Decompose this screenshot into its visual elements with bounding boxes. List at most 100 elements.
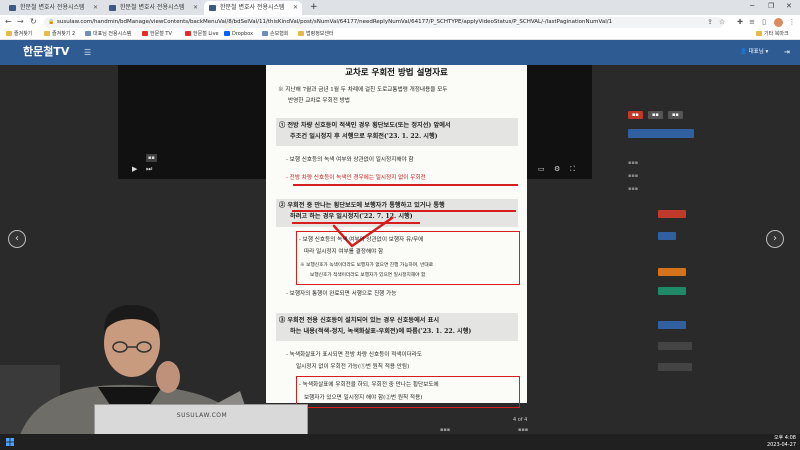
youtube-icon <box>142 31 148 36</box>
rule-item: - 녹색화살표가 표시되면 전방 차량 신호등이 적색이더라도 <box>286 352 423 358</box>
intro-line: ※ 지난해 7월과 금년 1월 두 차례에 걸친 도로교통법령 개정내용을 모두 <box>278 87 448 93</box>
user-menu[interactable]: 👤 대표님 ▾ <box>740 48 768 57</box>
profile-avatar[interactable] <box>774 18 783 27</box>
lock-icon: 🔒 <box>48 19 55 25</box>
site-header: 한문철TV ☰ 👤 대표님 ▾ ⇥ <box>0 40 800 65</box>
content-area: ▪▪ ▶ ⏭ ▭ ⚙ ⛶ ▪▪ ▪▪ ▪▪ ▪▪▪ ▪▪▪ ▪▪▪ ‹ › 교차… <box>0 65 800 450</box>
new-tab-button[interactable]: + <box>310 0 318 15</box>
status-tag[interactable] <box>658 321 686 329</box>
info-label: ▪▪▪ <box>628 173 639 179</box>
video-badge: ▪▪ <box>146 154 157 162</box>
reload-icon[interactable]: ↻ <box>30 17 37 27</box>
rule-item: - 보행 신호등의 녹색 여부와 상관없이 보행자 유/무에 <box>299 237 424 243</box>
clock-time: 오후 4:08 <box>773 435 796 441</box>
status-tag[interactable]: ▪▪ <box>628 111 643 119</box>
side-panel-icon[interactable]: ▯ <box>760 18 768 26</box>
site-icon <box>262 31 268 36</box>
status-tag[interactable]: ▪▪ <box>648 111 663 119</box>
prev-arrow-icon[interactable]: ‹ <box>8 230 26 248</box>
bookmark-label: 즐겨찾기 <box>14 31 33 37</box>
rule-item: - 보행자의 통행이 완료되면 서행으로 진행 가능 <box>286 291 397 297</box>
system-clock[interactable]: 오후 4:08 2023-04-27 <box>766 435 796 449</box>
bookmark-item[interactable]: Dropbox <box>224 29 253 40</box>
fullscreen-icon[interactable]: ⛶ <box>570 165 575 174</box>
red-underline <box>292 210 516 212</box>
settings-icon[interactable]: ⚙ <box>554 165 560 173</box>
bookmark-label: Dropbox <box>232 31 254 37</box>
next-arrow-icon[interactable]: › <box>766 230 784 248</box>
restore-icon[interactable]: ❐ <box>768 0 774 13</box>
reading-list-icon[interactable]: ≡ <box>748 18 756 26</box>
browser-tab[interactable]: 한문철 변호사 전용시스템 ✕ <box>104 1 202 15</box>
url-bar[interactable]: 🔒 susulaw.com/handmin/bdManage/viewConte… <box>44 17 724 28</box>
status-tag[interactable] <box>658 342 692 350</box>
browser-tab-active[interactable]: 한문철 변호사 전용시스템 ✕ <box>204 1 302 15</box>
windows-start-icon[interactable] <box>6 438 14 446</box>
extensions-icon[interactable]: ✚ <box>736 18 744 26</box>
bookmark-star-icon[interactable]: ☆ <box>718 18 726 26</box>
back-icon[interactable]: ← <box>5 17 12 27</box>
subtitles-icon[interactable]: ▭ <box>538 165 545 173</box>
tab-title: 한문철 변호사 전용시스템 <box>220 4 285 11</box>
close-window-icon[interactable]: ✕ <box>786 0 792 13</box>
status-tag[interactable] <box>658 232 676 240</box>
footer-label: ▪▪▪ <box>440 427 451 433</box>
address-row: ← → ↻ 🔒 susulaw.com/handmin/bdManage/vie… <box>0 15 800 29</box>
site-logo[interactable]: 한문철TV <box>23 44 69 60</box>
status-tag[interactable] <box>658 210 686 218</box>
forward-icon[interactable]: → <box>17 17 24 27</box>
bookmark-item[interactable]: 즐겨찾기 <box>6 29 32 40</box>
rule-item: - 보행 신호등의 녹색 여부와 상관없이 일시정지해야 함 <box>286 157 414 163</box>
info-label: ▪▪▪ <box>628 186 639 192</box>
action-button[interactable] <box>628 129 694 138</box>
section-heading: ③ 우회전 전용 신호등이 설치되어 있는 경우 신호등에서 표시 <box>279 317 440 324</box>
folder-icon <box>756 31 762 36</box>
url-text: susulaw.com/handmin/bdManage/viewContent… <box>57 19 613 25</box>
share-icon[interactable]: ⇪ <box>706 18 714 26</box>
bookmark-label: 한문철 TV <box>150 31 172 37</box>
laptop-brand-label: SUSULAW.COM <box>176 412 228 419</box>
rule-item: 보행자가 있으면 일시정지 해야 함(②번 원칙 적용) <box>304 395 423 401</box>
bookmarks-bar: 즐겨찾기 즐겨찾기 2 대표님 전용시스템 한문철 TV 한문철 Live Dr… <box>0 29 800 40</box>
logout-icon[interactable]: ⇥ <box>784 48 790 57</box>
bookmark-item[interactable]: 한문철 TV <box>142 29 172 40</box>
minimize-icon[interactable]: ─ <box>750 0 754 13</box>
folder-icon <box>44 31 50 36</box>
other-bookmarks[interactable]: 기타 북마크 <box>756 29 789 40</box>
bookmark-label: 법령정보센터 <box>306 31 334 37</box>
bookmark-item[interactable]: 한문철 Live <box>185 29 219 40</box>
bookmark-label: 기타 북마크 <box>764 31 789 37</box>
site-favicon-icon <box>9 5 16 11</box>
next-icon[interactable]: ⏭ <box>146 165 152 174</box>
close-tab-icon[interactable]: ✕ <box>293 1 298 15</box>
bookmark-label: 한문철 Live <box>193 31 219 37</box>
bookmark-label: 손보협회 <box>270 31 289 37</box>
document-title: 교차로 우회전 방법 설명자료 <box>345 68 448 78</box>
explanation-document: 교차로 우회전 방법 설명자료 ※ 지난해 7월과 금년 1월 두 차례에 걸친… <box>266 65 527 408</box>
bookmark-label: 대표님 전용시스템 <box>93 31 132 37</box>
tab-title: 한문철 변호사 전용시스템 <box>120 4 185 11</box>
bookmark-item[interactable]: 즐겨찾기 2 <box>44 29 75 40</box>
menu-dots-icon[interactable]: ⋮ <box>788 18 796 26</box>
close-tab-icon[interactable]: ✕ <box>93 1 98 15</box>
rule-item: 따라 일시정지 여부를 결정해야 함 <box>304 249 384 255</box>
status-tag[interactable] <box>658 363 692 371</box>
taskbar: 오후 4:08 2023-04-27 <box>0 434 800 450</box>
hamburger-menu-icon[interactable]: ☰ <box>84 48 91 57</box>
bookmark-item[interactable]: 법령정보센터 <box>298 29 334 40</box>
clock-date: 2023-04-27 <box>766 442 796 448</box>
tab-title: 한문철 변호사 전용시스템 <box>20 4 85 11</box>
browser-tab[interactable]: 한문철 변호사 전용시스템 ✕ <box>4 1 102 15</box>
folder-icon <box>298 31 304 36</box>
status-tag[interactable] <box>658 287 686 295</box>
status-tag[interactable] <box>658 268 686 276</box>
bookmark-item[interactable]: 손보협회 <box>262 29 288 40</box>
page-indicator: 4 of 4 <box>513 417 528 423</box>
section-heading: 주조건 일시정지 후 서행으로 우회전('23. 1. 22. 시행) <box>290 133 438 140</box>
play-icon[interactable]: ▶ <box>132 165 137 173</box>
site-icon <box>85 31 91 36</box>
close-tab-icon[interactable]: ✕ <box>193 1 198 15</box>
status-tag[interactable]: ▪▪ <box>668 111 683 119</box>
bookmark-label: 즐겨찾기 2 <box>52 31 76 37</box>
bookmark-item[interactable]: 대표님 전용시스템 <box>85 29 131 40</box>
